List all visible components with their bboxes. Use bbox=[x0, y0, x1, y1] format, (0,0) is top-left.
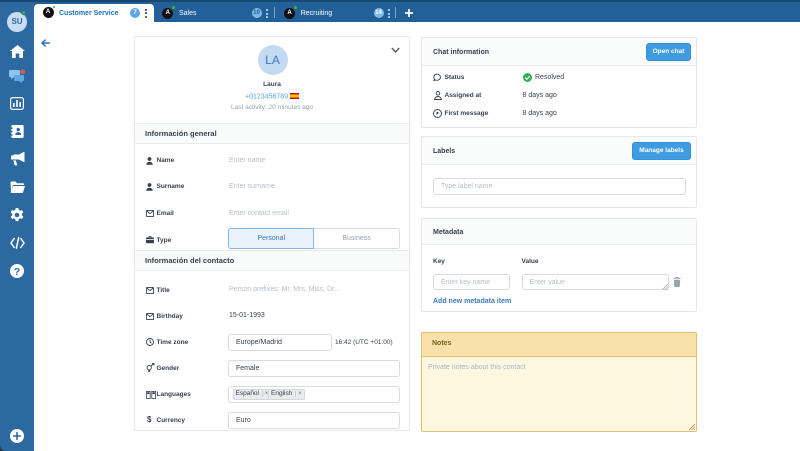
svg-text:?: ? bbox=[14, 265, 20, 277]
